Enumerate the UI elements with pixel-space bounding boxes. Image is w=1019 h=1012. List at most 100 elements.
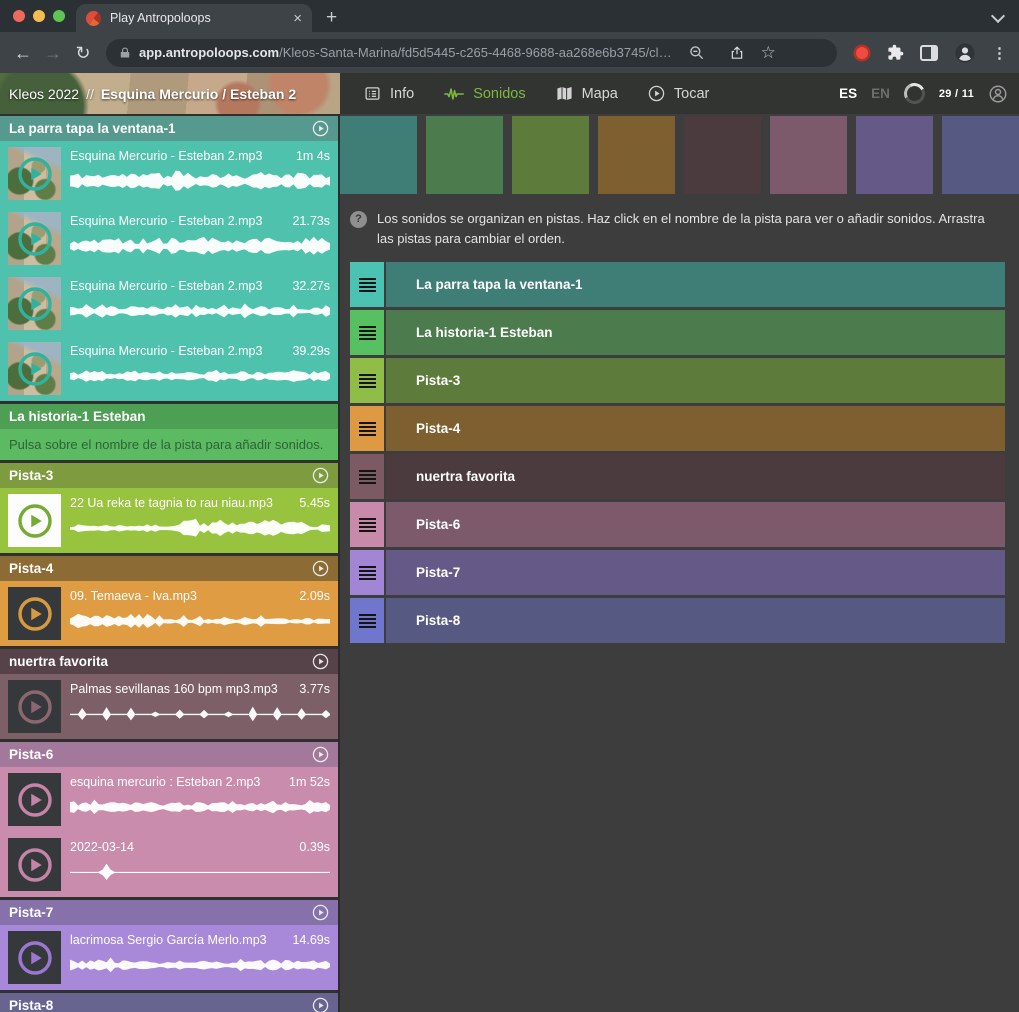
audio-clip[interactable]: Esquina Mercurio - Esteban 2.mp3 32.27s [0, 271, 338, 336]
track-row-label: La historia-1 Esteban [416, 325, 553, 340]
clip-thumbnail[interactable] [8, 212, 61, 265]
audio-clip[interactable]: 2022-03-14 0.39s [0, 832, 338, 897]
breadcrumb[interactable]: Kleos 2022 // Esquina Mercurio / Esteban… [0, 73, 340, 114]
drag-handle[interactable] [350, 454, 384, 499]
tab-close-icon[interactable]: × [293, 11, 302, 26]
browser-profile-avatar[interactable] [954, 42, 976, 64]
track-row-bar[interactable]: Pista-4 [386, 406, 1005, 451]
clip-thumbnail[interactable] [8, 342, 61, 395]
track-row[interactable]: La parra tapa la ventana-1 [350, 262, 1005, 307]
bookmark-star-icon[interactable]: ☆ [761, 43, 776, 63]
audio-clip[interactable]: Palmas sevillanas 160 bpm mp3.mp3 3.77s [0, 674, 338, 739]
track-header[interactable]: Pista-3 [0, 463, 338, 488]
audio-clip[interactable]: Esquina Mercurio - Esteban 2.mp3 21.73s [0, 206, 338, 271]
track-row-label: Pista-4 [416, 421, 460, 436]
track-header[interactable]: Pista-8 [0, 993, 338, 1012]
forward-button[interactable]: → [38, 44, 68, 62]
account-icon[interactable] [988, 84, 1008, 104]
track-row-bar[interactable]: Pista-8 [386, 598, 1005, 643]
sidebar-track-section: Pista-3 22 Ua reka te tagnia to rau niau… [0, 463, 338, 553]
maximize-window-button[interactable] [53, 10, 65, 22]
tab-tocar[interactable]: Tocar [648, 85, 709, 102]
drag-handle[interactable] [350, 550, 384, 595]
drag-handle[interactable] [350, 502, 384, 547]
audio-clip[interactable]: Esquina Mercurio - Esteban 2.mp3 39.29s [0, 336, 338, 401]
track-row[interactable]: Pista-6 [350, 502, 1005, 547]
clip-thumbnail[interactable] [8, 587, 61, 640]
track-row[interactable]: Pista-4 [350, 406, 1005, 451]
drag-handle[interactable] [350, 406, 384, 451]
track-row-bar[interactable]: Pista-6 [386, 502, 1005, 547]
content: La parra tapa la ventana-1 Esquina Mercu… [0, 114, 1019, 1012]
track-play-button[interactable] [312, 904, 329, 921]
track-row[interactable]: Pista-8 [350, 598, 1005, 643]
track-row-label: Pista-3 [416, 373, 460, 388]
track-header[interactable]: La parra tapa la ventana-1 [0, 116, 338, 141]
back-button[interactable]: ← [8, 44, 38, 62]
tab-mapa[interactable]: Mapa [556, 85, 618, 102]
reload-button[interactable]: ↻ [68, 44, 98, 62]
audio-clip[interactable]: lacrimosa Sergio García Merlo.mp3 14.69s [0, 925, 338, 990]
sidebar-track-section: Pista-6 esquina mercurio : Esteban 2.mp3… [0, 742, 338, 897]
clip-filename: Palmas sevillanas 160 bpm mp3.mp3 [70, 682, 278, 696]
drag-handle[interactable] [350, 358, 384, 403]
audio-clip[interactable]: Esquina Mercurio - Esteban 2.mp3 1m 4s [0, 141, 338, 206]
track-header[interactable]: Pista-4 [0, 556, 338, 581]
clip-meta: Esquina Mercurio - Esteban 2.mp3 21.73s [70, 212, 330, 258]
track-play-button[interactable] [312, 467, 329, 484]
tab-info[interactable]: Info [364, 85, 414, 102]
track-row[interactable]: La historia-1 Esteban [350, 310, 1005, 355]
clip-meta: Esquina Mercurio - Esteban 2.mp3 39.29s [70, 342, 330, 388]
close-window-button[interactable] [13, 10, 25, 22]
clip-thumbnail[interactable] [8, 680, 61, 733]
audio-clip[interactable]: esquina mercurio : Esteban 2.mp3 1m 52s [0, 767, 338, 832]
minimize-window-button[interactable] [33, 10, 45, 22]
side-panel-icon[interactable] [920, 45, 938, 61]
track-row-bar[interactable]: La parra tapa la ventana-1 [386, 262, 1005, 307]
track-header[interactable]: nuertra favorita [0, 649, 338, 674]
drag-handle[interactable] [350, 598, 384, 643]
waveform [70, 610, 330, 633]
address-bar[interactable]: app.antropoloops.com/Kleos-Santa-Marina/… [106, 39, 837, 67]
extensions-puzzle-icon[interactable] [887, 44, 904, 61]
clip-thumbnail[interactable] [8, 931, 61, 984]
clip-play-icon [17, 221, 53, 257]
drag-handle[interactable] [350, 262, 384, 307]
tab-sonidos[interactable]: Sonidos [444, 86, 525, 102]
lang-en-button[interactable]: EN [871, 86, 890, 101]
track-row-bar[interactable]: Pista-7 [386, 550, 1005, 595]
track-row-bar[interactable]: nuertra favorita [386, 454, 1005, 499]
clip-thumbnail[interactable] [8, 773, 61, 826]
browser-tab[interactable]: Play Antropoloops × [76, 4, 312, 32]
track-play-button[interactable] [312, 997, 329, 1012]
lang-es-button[interactable]: ES [839, 86, 857, 101]
track-header[interactable]: Pista-6 [0, 742, 338, 767]
track-color-swatch [770, 116, 847, 194]
clip-duration: 3.77s [299, 682, 330, 696]
track-row-bar[interactable]: La historia-1 Esteban [386, 310, 1005, 355]
audio-clip[interactable]: 22 Ua reka te tagnia to rau niau.mp3 5.4… [0, 488, 338, 553]
share-icon[interactable] [729, 44, 745, 61]
audio-clip[interactable]: 09. Temaeva - Iva.mp3 2.09s [0, 581, 338, 646]
track-row[interactable]: nuertra favorita [350, 454, 1005, 499]
track-play-button[interactable] [312, 653, 329, 670]
track-play-button[interactable] [312, 560, 329, 577]
clip-thumbnail[interactable] [8, 147, 61, 200]
clip-thumbnail[interactable] [8, 494, 61, 547]
tab-search-chevron-icon[interactable] [991, 9, 1005, 23]
new-tab-button[interactable]: + [326, 8, 337, 27]
clip-thumbnail[interactable] [8, 838, 61, 891]
recording-indicator-icon[interactable] [856, 47, 868, 59]
drag-handle[interactable] [350, 310, 384, 355]
track-row-bar[interactable]: Pista-3 [386, 358, 1005, 403]
track-row[interactable]: Pista-7 [350, 550, 1005, 595]
track-play-button[interactable] [312, 120, 329, 137]
track-header[interactable]: Pista-7 [0, 900, 338, 925]
track-play-button[interactable] [312, 746, 329, 763]
drag-handle-icon [359, 614, 376, 628]
clip-thumbnail[interactable] [8, 277, 61, 330]
zoom-out-icon[interactable] [688, 44, 705, 61]
browser-menu-icon[interactable]: ⋮ [992, 44, 1007, 62]
track-row[interactable]: Pista-3 [350, 358, 1005, 403]
track-header[interactable]: La historia-1 Esteban [0, 404, 338, 429]
